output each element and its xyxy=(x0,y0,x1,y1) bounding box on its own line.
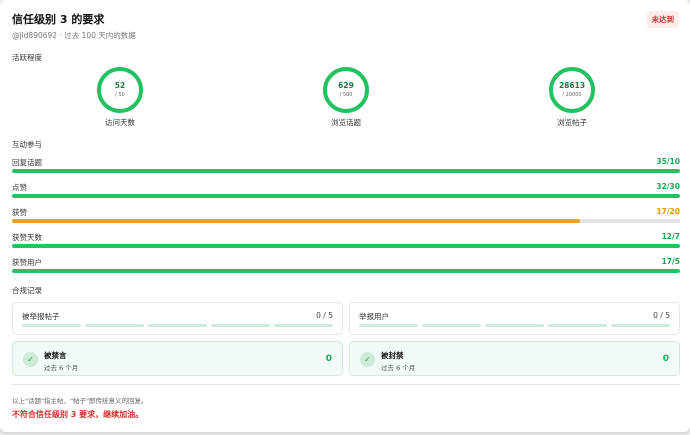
progress-ring: 28613 / 20000 xyxy=(549,67,595,113)
check-icon: ✓ xyxy=(23,352,38,367)
silenced-title: 被禁言 xyxy=(44,351,67,360)
meter-segment xyxy=(22,324,81,327)
meter-segment xyxy=(422,324,481,327)
progress-fill xyxy=(12,269,680,273)
status-badge: 未达到 xyxy=(646,11,679,28)
trust-level-card: 信任级别 3 的要求 未达到 @jld890692 · 过去 100 天内的数据… xyxy=(0,0,690,432)
meter-segment xyxy=(485,324,544,327)
ring-label: 浏览话题 xyxy=(331,118,361,127)
bar-label: 获赞天数 xyxy=(12,233,42,242)
silenced-box: ✓ 被禁言 过去 6 个月 0 xyxy=(12,341,343,376)
ring-label: 浏览帖子 xyxy=(557,118,587,127)
progress-fill xyxy=(12,194,680,198)
progress-track xyxy=(12,244,680,248)
progress-track xyxy=(12,269,680,273)
progress-fill xyxy=(12,169,680,173)
compliance-section-label: 合规记录 xyxy=(12,286,42,295)
segment-meter xyxy=(22,324,333,327)
meter-segment xyxy=(548,324,607,327)
result-message: 不符合信任级别 3 要求，继续加油。 xyxy=(12,410,144,419)
activity-section-label: 活跃程度 xyxy=(12,53,42,62)
suspended-title: 被封禁 xyxy=(381,351,404,360)
silenced-count: 0 xyxy=(325,354,332,364)
check-icon: ✓ xyxy=(360,352,375,367)
footnote: 以上"话题"指主帖，"帖子"即传统意义的回复。 xyxy=(12,397,148,405)
ring-goal: / 50 xyxy=(115,92,125,98)
suspended-box: ✓ 被封禁 过去 6 个月 0 xyxy=(349,341,680,376)
progress-track xyxy=(12,194,680,198)
progress-track xyxy=(12,219,680,223)
ring-topics-viewed: 629 / 500 浏览话题 xyxy=(306,67,386,128)
meter-segment xyxy=(211,324,270,327)
silenced-sub: 过去 6 个月 xyxy=(44,364,79,372)
suspended-sub: 过去 6 个月 xyxy=(381,364,416,372)
meter-segment xyxy=(611,324,670,327)
engagement-section-label: 互动参与 xyxy=(12,140,42,149)
bar-label: 获赞用户 xyxy=(12,258,42,267)
meter-segment xyxy=(274,324,333,327)
flagged-posts-label: 被举报帖子 xyxy=(22,312,60,321)
divider xyxy=(12,384,680,385)
ring-posts-read: 28613 / 20000 浏览帖子 xyxy=(532,67,612,128)
flagged-users-label: 举报用户 xyxy=(359,312,389,321)
progress-fill xyxy=(12,219,580,223)
ring-value: 52 xyxy=(114,81,126,90)
ring-label: 访问天数 xyxy=(105,118,135,127)
progress-ring: 629 / 500 xyxy=(323,67,369,113)
bar-liked-users: 获赞用户 17/5 xyxy=(12,257,680,273)
bar-label: 获赞 xyxy=(12,208,27,217)
bar-count: 35/10 xyxy=(656,157,680,166)
ring-value: 629 xyxy=(338,81,354,90)
ring-goal: / 500 xyxy=(339,92,353,98)
bar-likes-received: 获赞 17/20 xyxy=(12,207,680,223)
suspended-count: 0 xyxy=(662,354,669,364)
user-subtitle: @jld890692 · 过去 100 天内的数据 xyxy=(12,31,136,40)
bar-count: 17/20 xyxy=(656,207,680,216)
ring-visit-days: 52 / 50 访问天数 xyxy=(80,67,160,128)
bar-count: 32/30 xyxy=(656,182,680,191)
meter-segment xyxy=(359,324,418,327)
flagged-posts-count: 0 / 5 xyxy=(316,311,333,320)
bar-liked-days: 获赞天数 12/7 xyxy=(12,232,680,248)
flagged-users-count: 0 / 5 xyxy=(653,311,670,320)
progress-fill xyxy=(12,244,680,248)
progress-track xyxy=(12,169,680,173)
progress-ring: 52 / 50 xyxy=(97,67,143,113)
meter-segment xyxy=(85,324,144,327)
flagged-posts-box: 被举报帖子 0 / 5 xyxy=(12,302,343,335)
page-title: 信任级别 3 的要求 xyxy=(12,13,105,26)
bar-replies: 回复话题 35/10 xyxy=(12,157,680,173)
ring-goal: / 20000 xyxy=(562,92,582,98)
bar-label: 回复话题 xyxy=(12,158,42,167)
bar-label: 点赞 xyxy=(12,183,27,192)
bar-count: 12/7 xyxy=(661,232,680,241)
bar-count: 17/5 xyxy=(661,257,680,266)
ring-value: 28613 xyxy=(558,81,586,90)
meter-segment xyxy=(148,324,207,327)
flagged-users-box: 举报用户 0 / 5 xyxy=(349,302,680,335)
segment-meter xyxy=(359,324,670,327)
bar-likes-given: 点赞 32/30 xyxy=(12,182,680,198)
